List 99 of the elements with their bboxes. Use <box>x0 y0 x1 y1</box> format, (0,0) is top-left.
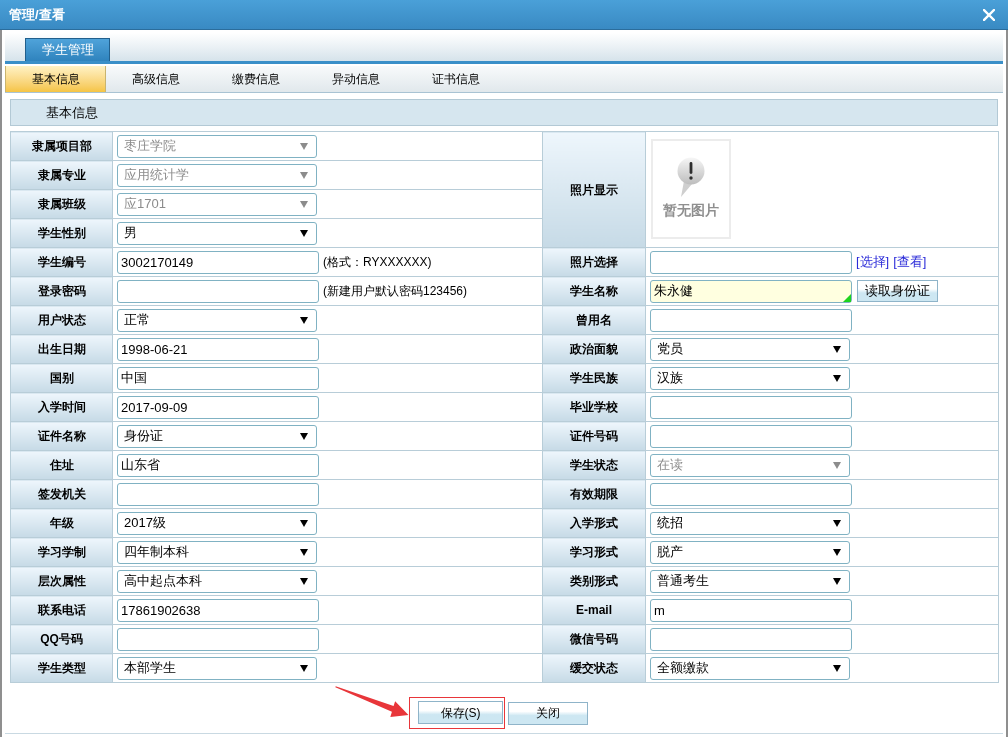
field-label: E-mail <box>542 595 646 625</box>
section-header: 基本信息 <box>10 99 998 126</box>
dropdown-arrow-icon <box>300 519 308 527</box>
dropdown-arrow-icon <box>300 664 308 672</box>
field-label: 证件名称 <box>10 421 113 451</box>
tab[interactable]: 缴费信息 <box>206 66 306 92</box>
dropdown[interactable]: 正常 <box>117 308 317 332</box>
dropdown[interactable]: 普通考生 <box>650 569 850 593</box>
placeholder-text: 暂无图片 <box>663 203 719 217</box>
dropdown[interactable]: 四年制本科 <box>117 540 317 564</box>
dropdown-arrow-icon <box>300 316 308 324</box>
field-label: 有效期限 <box>542 479 646 509</box>
field-label: 用户状态 <box>10 305 113 335</box>
field-label: 学生名称 <box>542 276 646 306</box>
tab[interactable]: 异动信息 <box>306 66 406 92</box>
dropdown[interactable]: 2017级 <box>117 511 317 535</box>
dropdown[interactable]: 男 <box>117 221 317 245</box>
dropdown[interactable]: 高中起点本科 <box>117 569 317 593</box>
field-label: 学生状态 <box>542 450 646 480</box>
field-label: 年级 <box>10 508 113 538</box>
text-field[interactable] <box>117 627 319 651</box>
dropdown-arrow-icon <box>833 345 841 353</box>
field-label: 政治面貌 <box>542 334 646 364</box>
field-label: 照片显示 <box>542 131 646 248</box>
alert-bubble-icon <box>677 157 705 197</box>
field-label: 曾用名 <box>542 305 646 335</box>
field-label: 类别形式 <box>542 566 646 596</box>
field-label: 微信号码 <box>542 624 646 654</box>
text-field[interactable]: m <box>650 598 852 622</box>
field-label: 隶属项目部 <box>10 131 113 161</box>
field-label: 入学时间 <box>10 392 113 422</box>
field-label: 证件号码 <box>542 421 646 451</box>
dropdown-arrow-icon <box>833 548 841 556</box>
field-label: 照片选择 <box>542 247 646 277</box>
field-label: 缓交状态 <box>542 653 646 683</box>
field-label: 学习形式 <box>542 537 646 567</box>
choose-link[interactable]: [选择] <box>856 252 890 272</box>
field-label: 住址 <box>10 450 113 480</box>
field-label: 隶属专业 <box>10 160 113 190</box>
dropdown[interactable]: 党员 <box>650 337 850 361</box>
read-card-button[interactable]: 读取身份证 <box>857 280 938 302</box>
field-label: 入学形式 <box>542 508 646 538</box>
text-field[interactable]: 2017-09-09 <box>117 395 319 419</box>
dropdown-arrow-icon <box>300 142 308 150</box>
dropdown-arrow-icon <box>833 374 841 382</box>
dropdown[interactable]: 本部学生 <box>117 656 317 680</box>
dropdown[interactable]: 汉族 <box>650 366 850 390</box>
dropdown-arrow-icon <box>300 548 308 556</box>
tab[interactable]: 高级信息 <box>106 66 206 92</box>
dropdown-arrow-icon <box>300 432 308 440</box>
field-label: 学习学制 <box>10 537 113 567</box>
close-icon[interactable] <box>983 8 995 21</box>
field-label: 联系电话 <box>10 595 113 625</box>
dropdown-arrow-icon <box>300 229 308 237</box>
field-label: 学生类型 <box>10 653 113 683</box>
dropdown[interactable]: 身份证 <box>117 424 317 448</box>
dropdown-arrow-icon <box>833 519 841 527</box>
text-field[interactable] <box>650 627 852 651</box>
dropdown-arrow-icon <box>300 171 308 179</box>
text-field[interactable] <box>650 424 852 448</box>
dropdown-arrow-icon <box>833 577 841 585</box>
field-label: 出生日期 <box>10 334 113 364</box>
text-field[interactable]: 中国 <box>117 366 319 390</box>
dropdown-arrow-icon <box>833 461 841 469</box>
dropdown[interactable]: 统招 <box>650 511 850 535</box>
tab[interactable]: 基本信息 <box>5 66 106 92</box>
hint-text: (格式：RYXXXXXX) <box>323 254 432 271</box>
field-label: 学生民族 <box>542 363 646 393</box>
text-field[interactable] <box>117 279 319 303</box>
dropdown-arrow-icon <box>300 200 308 208</box>
text-field[interactable]: 3002170149 <box>117 250 319 274</box>
tab[interactable]: 证书信息 <box>406 66 506 92</box>
dropdown-arrow-icon <box>300 577 308 585</box>
field-label: 登录密码 <box>10 276 113 306</box>
dropdown-arrow-icon <box>833 664 841 672</box>
dropdown[interactable]: 脱产 <box>650 540 850 564</box>
text-field[interactable] <box>650 482 852 506</box>
hint-text: (新建用户默认密码123456) <box>323 283 468 300</box>
field-label: 签发机关 <box>10 479 113 509</box>
view-link[interactable]: [查看] <box>893 252 927 272</box>
text-field[interactable]: 1998-06-21 <box>117 337 319 361</box>
text-field[interactable]: 17861902638 <box>117 598 319 622</box>
field-label: QQ号码 <box>10 624 113 654</box>
close-button[interactable]: 关闭 <box>508 701 588 725</box>
field-label: 层次属性 <box>10 566 113 596</box>
text-field[interactable]: 山东省 <box>117 453 319 477</box>
save-button[interactable]: 保存(S) <box>418 701 503 724</box>
text-field[interactable] <box>650 308 852 332</box>
text-field[interactable] <box>650 395 852 419</box>
field-label: 国别 <box>10 363 113 393</box>
field-label: 毕业学校 <box>542 392 646 422</box>
text-field[interactable]: 朱永健 <box>650 279 852 303</box>
field-label: 隶属班级 <box>10 189 113 219</box>
dropdown[interactable]: 全额缴款 <box>650 656 850 680</box>
text-field[interactable] <box>650 250 852 274</box>
window-title: 管理/查看 <box>9 8 65 21</box>
text-field[interactable] <box>117 482 319 506</box>
field-label: 学生性别 <box>10 218 113 248</box>
field-label: 学生编号 <box>10 247 113 277</box>
